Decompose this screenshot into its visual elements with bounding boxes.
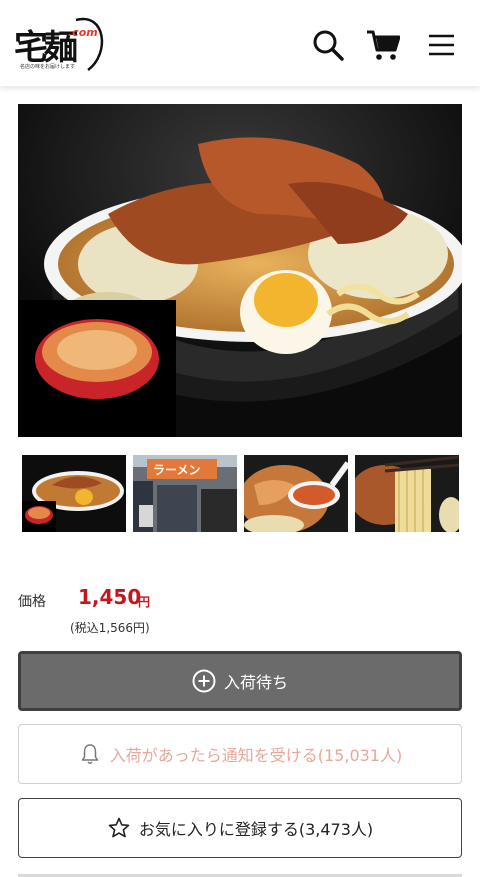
thumbnail-noodle-lift[interactable] (355, 455, 459, 532)
out-of-stock-button[interactable]: 入荷待ち (18, 651, 462, 711)
site-header: 宅麺 .com 名店の味をお届けします (0, 0, 480, 86)
logo-com-text: .com (68, 26, 98, 39)
star-icon (107, 816, 131, 840)
thumbnail-soup-ladle[interactable] (244, 455, 348, 532)
logo-text: 宅麺 (14, 28, 78, 68)
logo-tagline: 名店の味をお届けします (20, 64, 76, 70)
price-tax-included: (税込1,566円) (70, 621, 150, 635)
ramen-bowl-photo (18, 104, 462, 437)
out-of-stock-label: 入荷待ち (223, 673, 288, 692)
hamburger-menu-icon[interactable] (424, 28, 458, 62)
cart-icon[interactable] (366, 28, 401, 62)
thumbnail-ramen-bowl[interactable] (22, 455, 126, 532)
site-logo[interactable]: 宅麺 .com 名店の味をお届けします (14, 14, 110, 76)
restock-notify-button[interactable]: 入荷があったら通知を受ける(15,031人) (18, 724, 462, 784)
add-favorite-label: お気に入りに登録する(3,473人) (138, 820, 374, 839)
bell-icon (78, 742, 102, 766)
search-icon[interactable] (311, 28, 345, 62)
price-unit: 円 (138, 595, 151, 609)
add-favorite-button[interactable]: お気に入りに登録する(3,473人) (18, 798, 462, 858)
restock-notify-label: 入荷があったら通知を受ける(15,031人) (109, 746, 403, 765)
thumbnail-shop-front[interactable]: ラーメン (133, 455, 237, 532)
product-main-image[interactable] (18, 104, 462, 437)
shop-sign-text: ラーメン (153, 463, 201, 477)
price-value: 1,450 (78, 585, 142, 609)
thumbnail-strip: ラーメン (22, 455, 459, 533)
plus-circle-icon (192, 669, 216, 693)
price-label: 価格 (18, 594, 46, 610)
